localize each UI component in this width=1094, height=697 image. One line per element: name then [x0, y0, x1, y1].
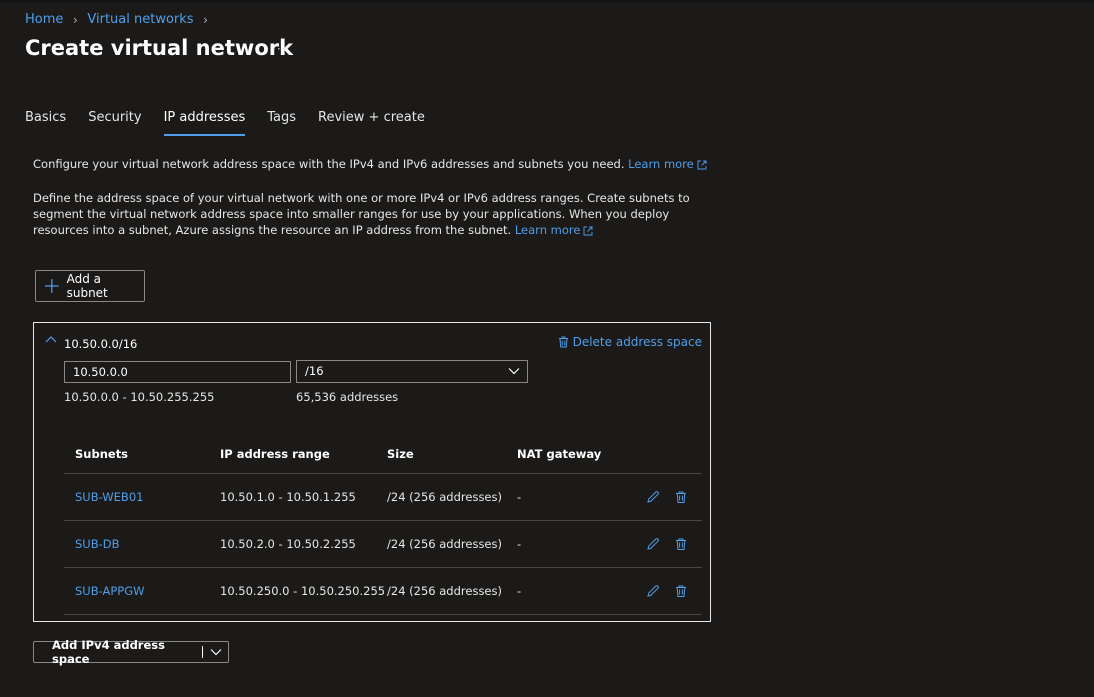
column-header-ip-range: IP address range	[220, 447, 330, 461]
trash-icon	[558, 336, 568, 348]
add-ipv4-address-space-button[interactable]: Add IPv4 address space	[33, 638, 229, 666]
intro-body: Configure your virtual network address s…	[33, 157, 625, 171]
learn-more-label: Learn more	[628, 157, 694, 171]
chevron-up-icon[interactable]	[45, 335, 57, 343]
table-row: SUB-DB 10.50.2.0 - 10.50.2.255 /24 (256 …	[64, 521, 702, 568]
delete-address-space-button[interactable]: Delete address space	[558, 335, 702, 349]
description-text: Define the address space of your virtual…	[33, 190, 723, 238]
external-link-icon	[583, 226, 593, 235]
trash-icon[interactable]	[674, 490, 688, 504]
tab-basics[interactable]: Basics	[25, 110, 66, 136]
address-space-panel: 10.50.0.0/16 Delete address space 10.50.…	[33, 322, 711, 622]
chevron-right-icon: ›	[203, 12, 208, 27]
split-divider	[202, 646, 203, 658]
tab-bar: Basics Security IP addresses Tags Review…	[25, 110, 447, 136]
table-row: SUB-WEB01 10.50.1.0 - 10.50.1.255 /24 (2…	[64, 474, 702, 521]
address-space-label: 10.50.0.0/16	[64, 337, 138, 351]
column-header-subnets: Subnets	[75, 447, 129, 461]
edit-icon[interactable]	[646, 490, 660, 504]
subnet-link[interactable]: SUB-APPGW	[75, 584, 145, 598]
column-header-size: Size	[387, 447, 414, 461]
trash-icon[interactable]	[674, 584, 688, 598]
address-input[interactable]: 10.50.0.0	[64, 361, 291, 383]
external-link-icon	[697, 160, 707, 169]
prefix-dropdown[interactable]: /16	[296, 360, 528, 383]
column-header-nat-gateway: NAT gateway	[517, 447, 602, 461]
add-subnet-label: Add a subnet	[66, 272, 108, 300]
edit-icon[interactable]	[646, 584, 660, 598]
learn-more-link[interactable]: Learn more	[628, 157, 707, 171]
delete-address-space-label: Delete address space	[572, 335, 702, 349]
top-divider	[0, 0, 1094, 3]
add-subnet-button[interactable]: Add a subnet	[35, 270, 145, 302]
chevron-down-icon	[508, 368, 520, 375]
subnet-link[interactable]: SUB-DB	[75, 537, 120, 551]
subnet-range: 10.50.2.0 - 10.50.2.255	[220, 537, 356, 551]
learn-more-label: Learn more	[514, 223, 581, 237]
more-options-button[interactable]: ···	[272, 42, 286, 56]
subnet-link[interactable]: SUB-WEB01	[75, 490, 143, 504]
address-count: 65,536 addresses	[296, 390, 399, 404]
subnet-size: /24 (256 addresses)	[387, 537, 502, 551]
subnet-size: /24 (256 addresses)	[387, 490, 502, 504]
subnet-nat: -	[517, 537, 522, 551]
tab-security[interactable]: Security	[88, 110, 141, 136]
table-header: Subnets IP address range Size NAT gatewa…	[64, 435, 702, 474]
subnet-range: 10.50.250.0 - 10.50.250.255	[220, 584, 386, 598]
breadcrumb-virtual-networks-link[interactable]: Virtual networks	[87, 12, 193, 27]
row-actions	[646, 490, 688, 504]
page-title: Create virtual network	[25, 36, 294, 60]
subnet-nat: -	[517, 584, 522, 598]
subnet-nat: -	[517, 490, 522, 504]
tab-ip-addresses[interactable]: IP addresses	[163, 110, 246, 136]
intro-text: Configure your virtual network address s…	[33, 156, 723, 172]
subnets-table: Subnets IP address range Size NAT gatewa…	[64, 435, 702, 615]
edit-icon[interactable]	[646, 537, 660, 551]
address-range: 10.50.0.0 - 10.50.255.255	[64, 390, 215, 404]
page: Home › Virtual networks › Create virtual…	[0, 0, 1094, 697]
plus-icon	[44, 279, 59, 293]
subnet-size: /24 (256 addresses)	[387, 584, 502, 598]
breadcrumb-home-link[interactable]: Home	[25, 12, 63, 27]
breadcrumb: Home › Virtual networks ›	[25, 12, 212, 27]
chevron-down-icon[interactable]	[210, 648, 222, 656]
row-actions	[646, 584, 688, 598]
table-row: SUB-APPGW 10.50.250.0 - 10.50.250.255 /2…	[64, 568, 702, 615]
add-ipv4-label: Add IPv4 address space	[52, 638, 165, 666]
prefix-value: /16	[305, 364, 324, 378]
tab-tags[interactable]: Tags	[267, 110, 296, 136]
tab-review-create[interactable]: Review + create	[318, 110, 425, 136]
subnet-range: 10.50.1.0 - 10.50.1.255	[220, 490, 356, 504]
chevron-right-icon: ›	[72, 12, 78, 27]
learn-more-link[interactable]: Learn more	[515, 223, 594, 237]
trash-icon[interactable]	[674, 537, 688, 551]
row-actions	[646, 537, 688, 551]
